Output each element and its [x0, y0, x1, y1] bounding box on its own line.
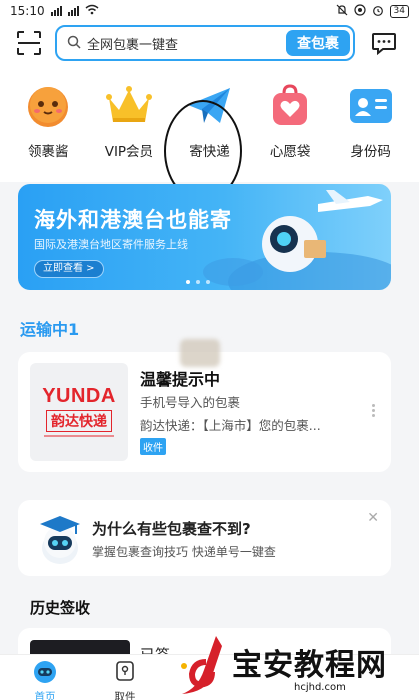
nav-home-label: 首页 [34, 691, 56, 700]
home-mascot-icon [32, 659, 58, 687]
logo-text-en: YUNDA [42, 384, 116, 407]
watermark-url: hcjhd.com [294, 682, 346, 693]
nav-pickup[interactable]: 取件 [100, 659, 150, 700]
banner-subtitle: 国际及港澳台地区寄件服务上线 [34, 238, 188, 251]
message-icon[interactable] [371, 30, 397, 56]
bell-mute-icon [336, 4, 348, 19]
mascot-graduate-icon [32, 508, 88, 568]
image-smudge [180, 339, 220, 367]
banner-pagination [186, 280, 210, 284]
signal-icon [50, 6, 62, 16]
watermark-text: 宝安教程网 [232, 648, 387, 683]
parcel-status-badge: 收件 [140, 438, 166, 455]
parcel-card[interactable]: YUNDA 韵达快递 温馨提示中 手机号导入的包裹 韵达快递：【上海市】您的包裹… [18, 352, 391, 472]
battery-indicator: 34 [389, 4, 409, 18]
paper-plane-icon [185, 82, 233, 130]
scan-icon[interactable] [16, 30, 42, 56]
nfc-icon [353, 3, 366, 19]
mascot-face-icon [24, 82, 72, 130]
more-options-icon[interactable] [372, 404, 375, 417]
wish-bag-icon [266, 82, 314, 130]
nav-home[interactable]: 首页 [20, 659, 70, 700]
quick-action-send[interactable]: 寄快递 [174, 82, 244, 160]
quick-action-wish-bag[interactable]: 心愿袋 [255, 82, 325, 160]
quick-action-id-code[interactable]: 身份码 [336, 82, 406, 160]
search-input[interactable]: 全网包裹一键查 [87, 34, 178, 53]
status-bar: 15:10 34 [0, 0, 419, 22]
signal-icon-2 [67, 6, 79, 16]
status-time: 15:10 [10, 4, 45, 18]
quick-action-label: 心愿袋 [269, 144, 311, 160]
parcel-title: 温馨提示中 [140, 370, 221, 389]
history-title: 历史签收 [30, 599, 91, 617]
quick-action-label: VIP会员 [104, 144, 154, 160]
quick-action-label: 领裹酱 [28, 144, 69, 160]
logo-tagline [44, 434, 114, 440]
alarm-icon [372, 4, 384, 19]
site-watermark: 宝安教程网 hcjhd.com [176, 632, 419, 700]
search-icon [67, 34, 81, 53]
quick-actions: 领裹酱 VIP会员 寄快递 心愿袋 身份码 [0, 82, 419, 160]
crown-icon [105, 82, 153, 130]
in-transit-title: 运输中1 [20, 320, 80, 339]
pickup-locker-icon [113, 659, 137, 687]
tip-title: 为什么有些包裹查不到? [92, 520, 251, 538]
quick-action-label: 寄快递 [189, 144, 230, 160]
promo-banner[interactable]: 海外和港澳台也能寄 国际及港澳台地区寄件服务上线 立即查看 > [18, 184, 391, 290]
quick-action-mascot[interactable]: 领裹酱 [13, 82, 83, 160]
header-area: 全网包裹一键查 查包裹 领裹酱 VIP会员 寄快递 心愿袋 身份码 [0, 22, 419, 202]
tip-card[interactable]: 为什么有些包裹查不到? 掌握包裹查询技巧 快递单号一键查 ✕ [18, 500, 391, 576]
wifi-icon [85, 4, 99, 18]
quick-action-vip[interactable]: VIP会员 [94, 82, 164, 160]
logo-text-cn: 韵达快递 [46, 409, 112, 432]
yunda-logo: YUNDA 韵达快递 [30, 363, 128, 461]
close-icon[interactable]: ✕ [367, 510, 379, 526]
nav-pickup-label: 取件 [114, 691, 136, 700]
search-bar[interactable]: 全网包裹一键查 查包裹 [55, 25, 355, 61]
parcel-source: 手机号导入的包裹 [140, 395, 241, 410]
tip-subtitle: 掌握包裹查询技巧 快递单号一键查 [92, 545, 276, 559]
search-button[interactable]: 查包裹 [286, 30, 350, 56]
watermark-logo-icon [181, 636, 222, 694]
banner-title: 海外和港澳台也能寄 [34, 208, 232, 232]
quick-action-label: 身份码 [350, 144, 391, 160]
parcel-description: 韵达快递：【上海市】您的包裹... [140, 418, 321, 433]
id-card-icon [347, 82, 395, 130]
banner-view-button[interactable]: 立即查看 > [34, 260, 104, 278]
